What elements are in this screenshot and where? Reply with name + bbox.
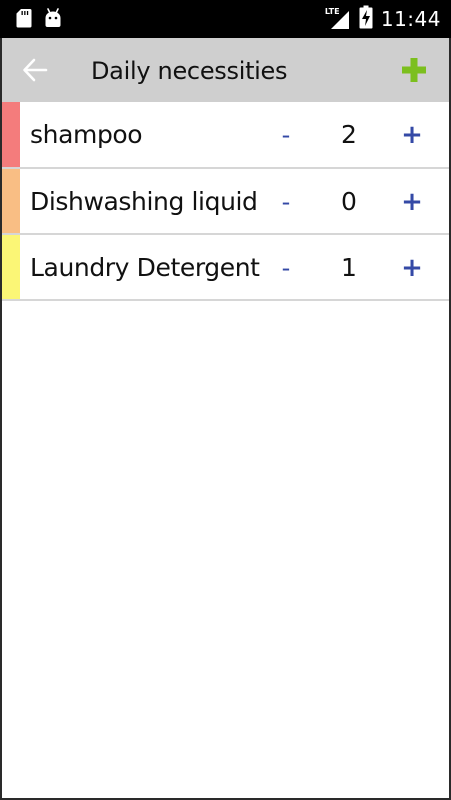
item-name: shampoo <box>30 120 143 149</box>
status-notifications <box>16 7 62 33</box>
lte-signal-icon: LTE <box>325 7 351 31</box>
android-icon <box>44 7 62 33</box>
battery-charging-icon <box>359 5 373 34</box>
item-color-strip <box>0 235 20 299</box>
item-name: Dishwashing liquid <box>30 187 258 216</box>
list-item[interactable]: Laundry Detergent - 1 + <box>0 235 451 301</box>
list-item[interactable]: shampoo - 2 + <box>0 102 451 169</box>
app-bar: Daily necessities <box>0 38 451 102</box>
plus-icon <box>402 58 426 82</box>
status-system: LTE 11:44 <box>325 0 441 38</box>
item-name: Laundry Detergent <box>30 253 260 282</box>
item-count: 2 <box>341 120 357 149</box>
item-color-strip <box>0 102 20 167</box>
arrow-left-icon <box>23 58 48 82</box>
decrement-button[interactable]: - <box>270 169 302 233</box>
increment-button[interactable]: + <box>396 235 428 299</box>
sd-card-icon <box>16 8 32 33</box>
item-count: 0 <box>341 187 357 216</box>
status-bar: LTE 11:44 <box>0 0 451 38</box>
decrement-button[interactable]: - <box>270 235 302 299</box>
back-button[interactable] <box>20 56 50 84</box>
item-count: 1 <box>341 253 357 282</box>
item-color-strip <box>0 169 20 233</box>
increment-button[interactable]: + <box>396 169 428 233</box>
frame-edge-left <box>0 38 2 800</box>
add-item-button[interactable] <box>401 56 427 84</box>
list-item[interactable]: Dishwashing liquid - 0 + <box>0 169 451 235</box>
clock: 11:44 <box>380 7 441 31</box>
decrement-button[interactable]: - <box>270 102 302 166</box>
item-list: shampoo - 2 + Dishwashing liquid - 0 + L… <box>0 102 451 301</box>
page-title: Daily necessities <box>91 57 288 85</box>
increment-button[interactable]: + <box>396 102 428 166</box>
